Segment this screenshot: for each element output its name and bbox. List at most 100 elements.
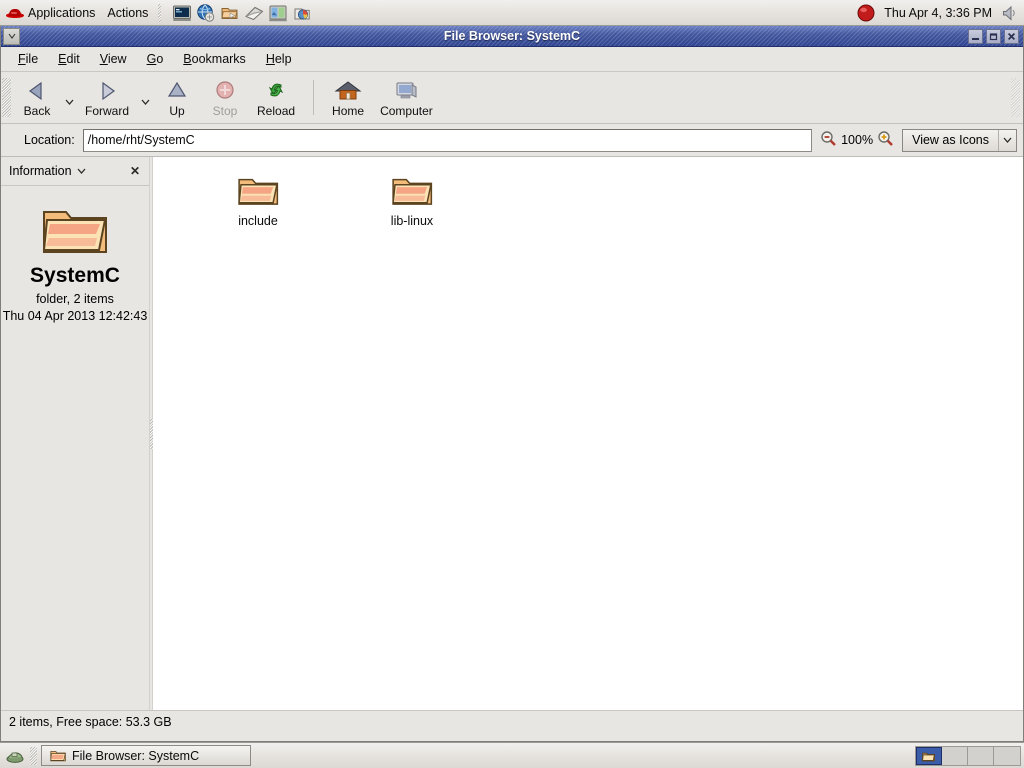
workspace-1[interactable] — [916, 746, 942, 765]
menu-bookmarks[interactable]: Bookmarks — [174, 49, 255, 69]
window-title: File Browser: SystemC — [443, 29, 581, 43]
chevron-down-icon — [65, 99, 73, 105]
back-arrow-icon — [28, 81, 42, 100]
sidebar-item-date: Thu 04 Apr 2013 12:42:43 — [2, 309, 148, 323]
applications-menu[interactable]: Applications — [0, 2, 101, 24]
menubar: File Edit View Go Bookmarks Help — [1, 47, 1023, 72]
back-button[interactable]: Back — [13, 72, 61, 123]
launcher-terminal[interactable] — [171, 2, 193, 24]
actions-menu[interactable]: Actions — [101, 2, 154, 24]
location-input[interactable]: /home/rht/SystemC — [82, 128, 813, 152]
view-as-label: View as Icons — [912, 133, 989, 147]
show-desktop-icon — [6, 751, 24, 763]
menu-view[interactable]: View — [91, 49, 136, 69]
clock-text: Thu Apr 4, 3:36 PM — [884, 5, 992, 20]
launcher-email[interactable] — [243, 2, 265, 24]
workspace-2[interactable] — [942, 746, 968, 765]
close-button[interactable] — [1004, 28, 1019, 44]
toolbar-grip[interactable] — [2, 78, 11, 117]
taskbar-window-label: File Browser: SystemC — [72, 748, 200, 763]
zoom-out-button[interactable] — [820, 130, 837, 150]
file-list-view[interactable]: include lib-linux — [153, 157, 1023, 710]
zoom-level: 100% — [841, 133, 874, 147]
redhat-fedora-logo-icon — [6, 6, 24, 20]
applications-menu-label: Applications — [28, 5, 96, 20]
folder-icon — [922, 752, 935, 761]
view-as-dropdown-arrow[interactable] — [999, 130, 1016, 151]
sidebar-folder-icon — [42, 211, 107, 253]
zoom-controls: 100% — [812, 130, 902, 150]
email-envelope-icon — [245, 6, 264, 20]
stop-button[interactable]: Stop — [201, 72, 249, 123]
sidebar-header: Information ✕ — [1, 157, 149, 186]
clock-applet[interactable]: Thu Apr 4, 3:36 PM — [878, 4, 998, 22]
computer-icon — [396, 82, 417, 98]
red-circle-update-icon — [857, 4, 875, 21]
back-history-dropdown[interactable] — [61, 72, 77, 123]
workspace-3[interactable] — [968, 746, 994, 765]
back-label: Back — [23, 103, 51, 118]
launcher-web-browser[interactable] — [195, 2, 217, 24]
actions-menu-label: Actions — [107, 5, 149, 20]
show-desktop-button[interactable] — [3, 745, 27, 767]
update-notifier-button[interactable] — [856, 3, 876, 23]
toolbar: Back Forward Up Stop Reload Home Compute… — [1, 72, 1023, 124]
top-panel-right: Thu Apr 4, 3:36 PM — [856, 0, 1024, 26]
maximize-button[interactable] — [986, 28, 1001, 44]
image-viewer-icon — [269, 5, 288, 21]
tasklist-grip — [30, 746, 37, 765]
menu-file[interactable]: File — [9, 49, 47, 69]
workspace-switcher[interactable] — [915, 745, 1021, 766]
launcher-file-manager[interactable] — [219, 2, 241, 24]
home-button[interactable]: Home — [324, 72, 372, 123]
chevron-down-icon — [1003, 137, 1012, 143]
location-bar: Location: /home/rht/SystemC 100% View as… — [1, 124, 1023, 157]
sidebar-info: SystemC folder, 2 items Thu 04 Apr 2013 … — [1, 186, 149, 710]
statusbar: 2 items, Free space: 53.3 GB — [1, 710, 1023, 732]
forward-history-dropdown[interactable] — [137, 72, 153, 123]
window-menu-button[interactable] — [3, 27, 20, 45]
sidebar-panel-chevron-down-icon[interactable] — [77, 166, 86, 176]
location-value: /home/rht/SystemC — [87, 133, 195, 147]
file-item-lib-linux[interactable]: lib-linux — [357, 167, 467, 233]
reload-label: Reload — [257, 103, 296, 118]
view-as-selector[interactable]: View as Icons — [902, 128, 1017, 152]
chevron-down-icon — [141, 99, 150, 105]
menu-help[interactable]: Help — [257, 49, 301, 69]
zoom-in-icon — [878, 131, 893, 146]
close-icon — [1007, 32, 1016, 40]
sidebar-close-icon[interactable]: ✕ — [127, 164, 143, 178]
web-browser-globe-icon — [197, 3, 215, 22]
minimize-icon — [972, 37, 979, 40]
window-controls — [968, 28, 1023, 44]
file-item-include[interactable]: include — [203, 167, 313, 233]
maximize-icon — [989, 32, 998, 40]
reload-button[interactable]: Reload — [249, 72, 303, 123]
minimize-button[interactable] — [968, 28, 983, 44]
volume-applet[interactable] — [1000, 3, 1020, 23]
file-manager-icon — [221, 7, 238, 19]
computer-button[interactable]: Computer — [372, 72, 441, 123]
menu-edit[interactable]: Edit — [49, 49, 89, 69]
toolbar-right-grip — [1011, 78, 1020, 117]
launcher-image-viewer[interactable] — [267, 2, 289, 24]
statusbar-text: 2 items, Free space: 53.3 GB — [9, 714, 172, 729]
sidebar-item-name: SystemC — [30, 264, 120, 287]
reload-icon — [268, 83, 284, 96]
file-item-label: include — [238, 214, 278, 228]
window-titlebar[interactable]: File Browser: SystemC — [1, 26, 1023, 47]
speaker-volume-icon — [1003, 5, 1015, 21]
stop-label: Stop — [212, 103, 238, 118]
taskbar-window-button[interactable]: File Browser: SystemC — [41, 745, 251, 766]
file-browser-window: File Browser: SystemC File Edit View Go … — [0, 26, 1024, 742]
launcher-office-chart[interactable] — [291, 2, 313, 24]
forward-button[interactable]: Forward — [77, 72, 137, 123]
up-button[interactable]: Up — [153, 72, 201, 123]
menu-go[interactable]: Go — [138, 49, 173, 69]
sidebar-item-details: folder, 2 items — [36, 292, 114, 306]
workspace-4[interactable] — [994, 746, 1020, 765]
zoom-in-button[interactable] — [877, 130, 894, 150]
stop-icon — [216, 80, 234, 99]
window-body: Information ✕ SystemC folder, 2 items Th… — [1, 157, 1023, 710]
